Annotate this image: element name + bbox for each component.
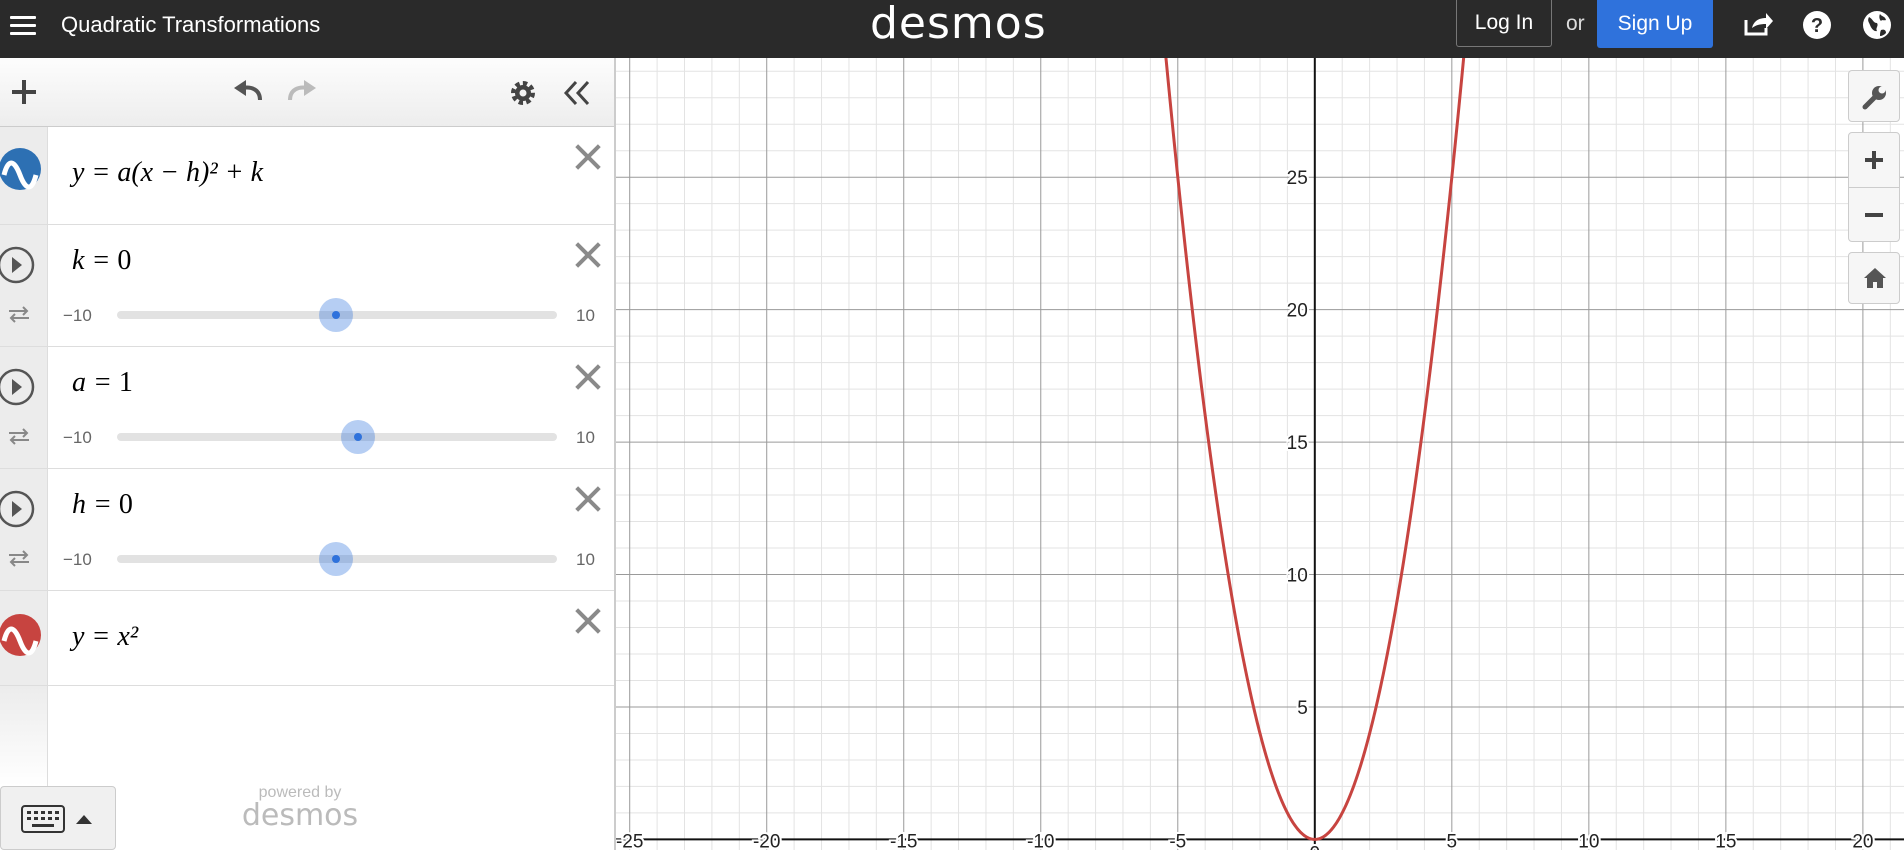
slider-item[interactable]: k = 0 −10 10	[0, 225, 614, 347]
new-expression-row[interactable]	[0, 686, 614, 786]
redo-icon[interactable]	[284, 76, 320, 106]
zoom-out-button[interactable]	[1849, 188, 1899, 242]
loop-icon[interactable]	[6, 425, 32, 447]
or-label: or	[1566, 12, 1585, 35]
expression-gutter	[0, 686, 48, 786]
slider-handle[interactable]	[319, 298, 353, 332]
zoom-controls	[1848, 132, 1900, 242]
y-tick-label: 20	[1287, 301, 1308, 322]
graph-style-icon-blue[interactable]	[0, 147, 42, 191]
slider-item[interactable]: h = 0 −10 10	[0, 469, 614, 591]
expression-gutter	[0, 225, 48, 346]
slider-value: 0	[118, 489, 133, 520]
slider-min[interactable]: −10	[63, 428, 92, 448]
play-icon[interactable]	[0, 489, 36, 529]
loop-icon[interactable]	[6, 547, 32, 569]
x-tick-label: 20	[1852, 831, 1873, 850]
y-tick-label: 15	[1287, 433, 1308, 454]
x-tick-label: -5	[1169, 831, 1186, 850]
graph-style-icon-red[interactable]	[0, 613, 42, 657]
slider-item[interactable]: a = 1 −10 10	[0, 347, 614, 469]
expression-gutter	[0, 347, 48, 468]
x-tick-label: -10	[1027, 831, 1054, 850]
home-view-button[interactable]	[1848, 252, 1900, 304]
play-icon[interactable]	[0, 245, 36, 285]
powered-by-logo: desmos	[241, 798, 359, 833]
slider-track[interactable]	[117, 433, 557, 441]
slider-handle[interactable]	[341, 420, 375, 454]
expression-item[interactable]: y = x²	[0, 591, 614, 686]
expression-panel: y = a(x − h)² + k k = 0 −10 10 a = 1 −10…	[0, 58, 616, 850]
share-icon[interactable]	[1740, 8, 1774, 42]
y-tick-label: 5	[1297, 698, 1308, 719]
slider-variable: a	[72, 367, 86, 398]
signup-button[interactable]: Sign Up	[1597, 0, 1713, 48]
slider-equation[interactable]: k = 0	[72, 245, 131, 277]
collapse-panel-icon[interactable]	[562, 78, 592, 108]
top-bar: Quadratic Transformations desmos Log In …	[0, 0, 1904, 58]
login-button[interactable]: Log In	[1456, 0, 1552, 47]
desmos-logo: desmos	[870, 0, 1047, 49]
slider-min[interactable]: −10	[63, 550, 92, 570]
slider-max[interactable]: 10	[576, 428, 595, 448]
wrench-icon	[1862, 86, 1886, 110]
slider-equation[interactable]: a = 1	[72, 367, 133, 399]
origin-label: 0	[1310, 843, 1321, 850]
zoom-in-button[interactable]	[1849, 133, 1899, 187]
slider-min[interactable]: −10	[63, 306, 92, 326]
slider-equation[interactable]: h = 0	[72, 489, 133, 521]
graph-settings-button[interactable]	[1848, 70, 1900, 122]
home-icon	[1864, 268, 1886, 288]
x-tick-labels: -25 -20 -15 -10 -5 5 10 15 20	[614, 829, 1875, 854]
expression-list: y = a(x − h)² + k k = 0 −10 10 a = 1 −10…	[0, 127, 614, 786]
delete-expression-button[interactable]	[572, 239, 604, 271]
powered-by-desmos[interactable]: powered by desmos	[240, 784, 360, 833]
slider-value: 0	[117, 245, 132, 276]
expression-math[interactable]: y = a(x − h)² + k	[72, 157, 263, 189]
expression-item[interactable]: y = a(x − h)² + k	[0, 127, 614, 225]
caret-up-icon	[76, 815, 92, 824]
expression-math[interactable]: y = x²	[72, 621, 138, 653]
menu-icon[interactable]	[8, 10, 40, 42]
x-tick-label: -15	[890, 831, 917, 850]
help-icon[interactable]: ?	[1800, 8, 1834, 42]
add-item-icon[interactable]	[10, 78, 38, 106]
slider-max[interactable]: 10	[576, 550, 595, 570]
y-tick-label: 10	[1287, 566, 1308, 587]
y-tick-label: 25	[1287, 168, 1308, 189]
keyboard-icon	[21, 805, 65, 833]
x-tick-label: 15	[1715, 831, 1736, 850]
keyboard-toggle-button[interactable]	[0, 786, 116, 850]
x-tick-label: 10	[1578, 831, 1599, 850]
slider-variable: h	[72, 489, 86, 520]
slider-max[interactable]: 10	[576, 306, 595, 326]
delete-expression-button[interactable]	[572, 605, 604, 637]
expression-gutter	[0, 127, 48, 224]
graph-title[interactable]: Quadratic Transformations	[61, 12, 320, 38]
slider-value: 1	[118, 367, 133, 398]
settings-gear-icon[interactable]	[508, 78, 538, 108]
delete-expression-button[interactable]	[572, 361, 604, 393]
x-tick-label: -25	[616, 831, 643, 850]
undo-icon[interactable]	[230, 76, 266, 106]
minus-icon	[1865, 213, 1883, 217]
x-tick-label: -20	[753, 831, 780, 850]
graph-paper[interactable]: -25 -20 -15 -10 -5 5 10 15 20 5 10 15 20 25 0	[614, 0, 1904, 855]
slider-variable: k	[72, 245, 85, 276]
play-icon[interactable]	[0, 367, 36, 407]
svg-text:?: ?	[1811, 15, 1823, 37]
slider-handle[interactable]	[319, 542, 353, 576]
expression-gutter	[0, 469, 48, 590]
globe-icon[interactable]	[1860, 8, 1894, 42]
expression-toolbar	[0, 58, 614, 127]
delete-expression-button[interactable]	[572, 483, 604, 515]
loop-icon[interactable]	[6, 303, 32, 325]
graph-canvas[interactable]: -25 -20 -15 -10 -5 5 10 15 20 5 10 15 20 25 0	[614, 0, 1904, 855]
expression-gutter	[0, 591, 48, 685]
delete-expression-button[interactable]	[572, 141, 604, 173]
plus-icon	[1865, 151, 1883, 169]
x-tick-label: 5	[1447, 831, 1458, 850]
